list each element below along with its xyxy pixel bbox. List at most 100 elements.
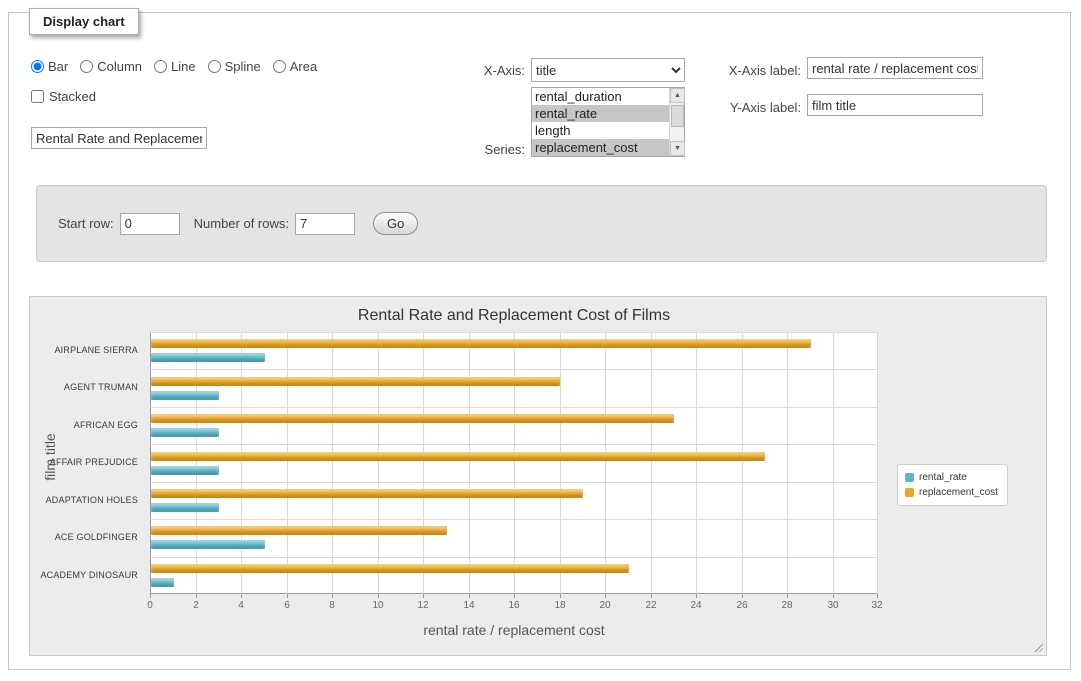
x-axis-label-input[interactable] [807,57,983,79]
chart-type-spline-radio[interactable] [208,60,221,73]
chart-type-line-radio[interactable] [154,60,167,73]
category-label: ADAPTATION HOLES [30,482,138,520]
chart-type-line[interactable]: Line [154,59,196,74]
tick-label: 8 [312,600,352,611]
gridline [742,332,743,594]
gridline [469,332,470,594]
bar-rental_rate [151,353,265,362]
legend-swatch-rental_rate [905,473,914,482]
chart-type-column-label: Column [97,59,142,74]
chart-type-area[interactable]: Area [273,59,317,74]
chart-type-options: Bar Column Line Spline Area [31,59,317,74]
chart-type-bar[interactable]: Bar [31,59,68,74]
gridline [287,332,288,594]
y-axis-label-input[interactable] [807,94,983,116]
chart-type-area-radio[interactable] [273,60,286,73]
legend-swatch-replacement_cost [905,488,914,497]
chart-type-column[interactable]: Column [80,59,142,74]
category-label: ACADEMY DINOSAUR [30,557,138,595]
series-options-list: rental_durationrental_ratelengthreplacem… [532,88,669,156]
resize-handle-icon[interactable] [1033,642,1043,652]
series-scrollbar: ▲ ▼ [669,88,684,156]
value-axis-line [150,332,151,594]
tick-mark [423,594,424,598]
tick-mark [150,594,151,598]
x-axis-title: rental rate / replacement cost [150,622,878,638]
category-label: AFRICAN EGG [30,407,138,445]
gridline [651,332,652,594]
chart-type-area-label: Area [290,59,317,74]
gridline [833,332,834,594]
gridline [560,332,561,594]
gridline [150,332,878,333]
tick-mark [378,594,379,598]
x-axis-ticks [150,594,878,599]
scroll-down-icon[interactable]: ▼ [670,141,685,156]
tick-label: 22 [631,600,671,611]
chart-type-bar-radio[interactable] [31,60,44,73]
plot-area [150,332,878,594]
bar-replacement_cost [151,452,765,461]
gridline [150,407,878,408]
tick-label: 24 [676,600,716,611]
gridline [150,557,878,558]
gridline [514,332,515,594]
tick-label: 20 [585,600,625,611]
x-axis-field-label: X-Axis: [429,63,525,78]
chart-type-bar-label: Bar [48,59,68,74]
chart-type-spline-label: Spline [225,59,261,74]
y-axis-label-field-label: Y-Axis label: [629,100,801,115]
tick-label: 26 [722,600,762,611]
tick-mark [241,594,242,598]
tick-label: 0 [130,600,170,611]
tick-mark [605,594,606,598]
stacked-label: Stacked [49,89,96,104]
legend-label-rental_rate: rental_rate [919,472,967,483]
bar-replacement_cost [151,564,629,573]
x-axis-tick-labels: 02468101214161820222426283032 [150,600,879,614]
panel-title: Display chart [29,8,139,35]
bar-replacement_cost [151,489,583,498]
chart-type-column-radio[interactable] [80,60,93,73]
gridline [332,332,333,594]
number-of-rows-label: Number of rows: [194,216,289,231]
tick-label: 16 [494,600,534,611]
start-row-input[interactable] [120,213,180,235]
gridline [696,332,697,594]
gridline [241,332,242,594]
category-label: AIRPLANE SIERRA [30,332,138,370]
go-button[interactable]: Go [373,212,418,235]
chart-type-spline[interactable]: Spline [208,59,261,74]
gridline [787,332,788,594]
tick-mark [833,594,834,598]
tick-label: 6 [267,600,307,611]
tick-mark [560,594,561,598]
gridline [150,482,878,483]
tick-label: 28 [767,600,807,611]
legend-item-replacement_cost[interactable]: replacement_cost [905,485,998,500]
series-listbox[interactable]: rental_durationrental_ratelengthreplacem… [531,87,685,157]
gridline [877,332,878,594]
tick-mark [877,594,878,598]
legend-item-rental_rate[interactable]: rental_rate [905,470,998,485]
series-option-replacement_cost[interactable]: replacement_cost [532,139,669,156]
number-of-rows-input[interactable] [295,213,355,235]
series-option-length[interactable]: length [532,122,669,139]
legend-label-replacement_cost: replacement_cost [919,487,998,498]
tick-label: 18 [540,600,580,611]
tick-mark [469,594,470,598]
tick-label: 32 [857,600,897,611]
category-label: ACE GOLDFINGER [30,519,138,557]
start-row-label: Start row: [58,216,114,231]
bar-rental_rate [151,428,219,437]
chart-type-line-label: Line [171,59,196,74]
stacked-checkbox[interactable] [31,90,44,103]
gridline [150,444,878,445]
tick-mark [287,594,288,598]
tick-mark [196,594,197,598]
gridline [150,369,878,370]
bar-replacement_cost [151,339,811,348]
category-axis-labels: AIRPLANE SIERRAAGENT TRUMANAFRICAN EGGAF… [30,332,142,594]
stacked-option[interactable]: Stacked [31,89,96,104]
chart-title-input[interactable] [31,127,207,149]
